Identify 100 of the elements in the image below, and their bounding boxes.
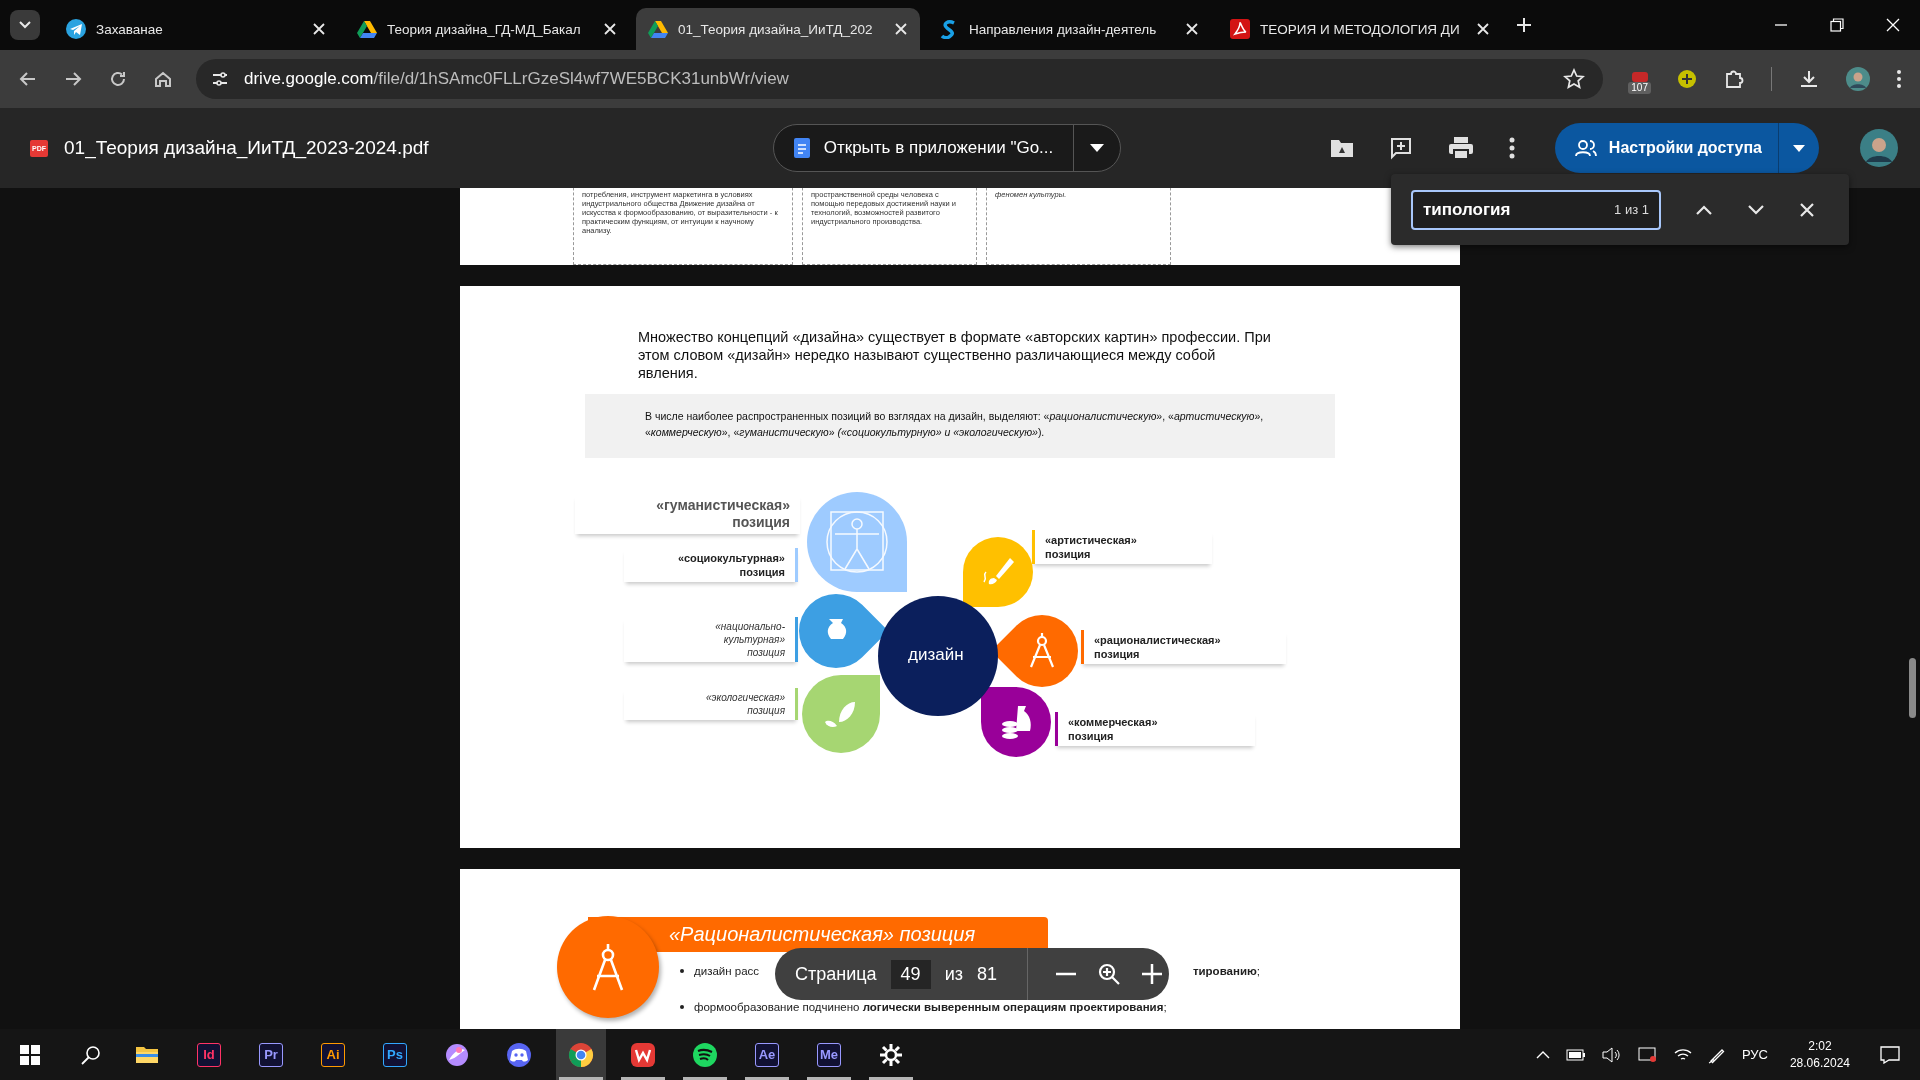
tab-list-icon[interactable] xyxy=(10,10,40,40)
tab-title: ТЕОРИЯ И МЕТОДОЛОГИЯ ДИ xyxy=(1260,21,1460,37)
chrome-ball-icon xyxy=(568,1041,594,1068)
app-badge-icon: Ai xyxy=(321,1042,345,1067)
app-badge-icon: Pr xyxy=(259,1042,283,1067)
address-field[interactable]: drive.google.com/file/d/1hSAmc0FLLrGzeSl4wf7WE5BCK31unbWr/view xyxy=(196,59,1604,99)
section-title: «Рационалистическая» позиция xyxy=(669,923,976,946)
browser-tab[interactable]: 01_Теория дизайна_ИиТД_202 xyxy=(636,8,920,50)
zoom-icon[interactable] xyxy=(1097,963,1120,985)
compass-icon xyxy=(1029,631,1055,669)
close-icon[interactable] xyxy=(1476,22,1490,36)
position-label: «национально-культурная» позиция xyxy=(715,620,785,659)
browser-tab[interactable]: Направления дизайн-деятель xyxy=(927,8,1211,50)
print-icon[interactable] xyxy=(1447,136,1474,160)
app-badge-icon: Ps xyxy=(383,1042,407,1067)
triangle-logo-icon xyxy=(648,19,668,39)
app-badge-icon: Ae xyxy=(755,1042,779,1067)
zoom-out-icon[interactable] xyxy=(1055,972,1076,976)
coins-icon xyxy=(1002,706,1031,739)
browser-tab[interactable]: Теория дизайна_ГД-МД_Бакал xyxy=(345,8,629,50)
home-icon[interactable] xyxy=(153,69,173,89)
download-icon[interactable] xyxy=(1798,68,1820,90)
sound-waves-icon xyxy=(692,1041,718,1068)
avatar-icon[interactable] xyxy=(1846,67,1870,91)
taskbar-app[interactable]: Pr xyxy=(246,1029,296,1080)
position-label: «гуманистическая» позиция xyxy=(656,497,790,531)
taskbar-app[interactable]: Id xyxy=(184,1029,234,1080)
restore-icon[interactable] xyxy=(1830,18,1844,32)
paper-plane-icon xyxy=(66,19,86,39)
browser-tab[interactable]: Захаванае xyxy=(54,8,338,50)
file-name: 01_Теория дизайна_ИиТД_2023-2024.pdf xyxy=(64,137,429,159)
star-icon[interactable] xyxy=(1563,68,1586,90)
tab-title: Захаванае xyxy=(96,21,163,37)
notification-icon[interactable] xyxy=(1880,1045,1900,1064)
bullet-text: дизайн расс xyxy=(694,965,760,977)
battery-icon[interactable] xyxy=(1565,1048,1586,1061)
bullet-icon xyxy=(680,1005,684,1009)
clock-time: 2:02 xyxy=(1808,1037,1832,1055)
taskbar-app[interactable]: Ai xyxy=(308,1029,358,1080)
find-field[interactable]: типология 1 из 1 xyxy=(1411,189,1661,230)
taskbar-app[interactable]: Ps xyxy=(370,1029,420,1080)
position-label: «рационалистическая» позиция xyxy=(1094,633,1221,661)
page-number-field[interactable]: 49 xyxy=(890,959,931,989)
paragraph: Множество концепций «дизайна» существует в формате «авторских картин» профессии. При этом словом «дизайн» нередко называют существенно различающиеся между собой явления. xyxy=(638,328,1272,382)
position-label: «экологическая» позиция xyxy=(705,691,785,717)
page-total: 81 xyxy=(976,963,997,985)
caret-icon[interactable] xyxy=(1793,144,1805,152)
avatar-icon[interactable] xyxy=(1860,129,1898,167)
w-logo-icon xyxy=(630,1041,656,1068)
chevron-down-icon[interactable] xyxy=(1747,203,1765,216)
position-label: «артистическая» позиция xyxy=(1045,533,1137,561)
close-icon[interactable] xyxy=(603,22,617,36)
taskbar-app[interactable] xyxy=(556,1029,606,1080)
scrollbar-thumb[interactable] xyxy=(1909,658,1916,718)
vase-icon xyxy=(827,619,847,639)
close-icon[interactable] xyxy=(312,22,326,36)
caret-icon[interactable] xyxy=(1090,144,1105,152)
chevron-up-icon[interactable] xyxy=(1695,203,1713,216)
bullet-icon xyxy=(680,969,684,973)
puzzle-icon[interactable] xyxy=(1723,68,1745,90)
triangle-logo-icon xyxy=(357,19,377,39)
zoom-in-icon[interactable] xyxy=(1141,964,1162,984)
close-icon[interactable] xyxy=(894,22,908,36)
match-count: 1 из 1 xyxy=(1614,202,1649,217)
page-label: Страница xyxy=(795,963,877,985)
close-icon[interactable] xyxy=(1185,22,1199,36)
site-info-icon[interactable] xyxy=(210,69,230,89)
settings-icon xyxy=(878,1041,904,1068)
count-badge: 107 xyxy=(1628,81,1651,94)
position-label: «социокультурная» позиция xyxy=(677,551,785,579)
game-controller-icon xyxy=(506,1041,532,1068)
new-tab-icon[interactable] xyxy=(1515,16,1533,34)
language-indicator[interactable]: РУС xyxy=(1741,1047,1768,1062)
close-icon[interactable] xyxy=(1799,201,1815,218)
plain-figure-icon xyxy=(826,511,888,573)
speaker-icon[interactable] xyxy=(1601,1046,1622,1063)
url-text: drive.google.com/file/d/1hSAmc0FLLrGzeSl4wf7WE5BCK31unbWr/view xyxy=(244,69,790,89)
tab-title: 01_Теория дизайна_ИиТД_202 xyxy=(678,21,873,37)
app-badge-icon: Me xyxy=(817,1042,841,1067)
bullet-text: формообразование подчинено логически выверенным операциям проектирования; xyxy=(694,1001,1167,1013)
add-comment-icon[interactable] xyxy=(1388,136,1413,160)
menu-icon[interactable] xyxy=(1896,69,1902,89)
reload-icon[interactable] xyxy=(108,69,128,89)
leaves-icon xyxy=(825,702,855,727)
more-icon[interactable] xyxy=(1508,137,1515,159)
browser-tab[interactable]: ТЕОРИЯ И МЕТОДОЛОГИЯ ДИ xyxy=(1218,8,1502,50)
tab-title: Теория дизайна_ГД-МД_Бакал xyxy=(387,21,581,37)
pdf-icon xyxy=(1230,19,1250,39)
search-icon[interactable] xyxy=(81,1044,101,1065)
center-label: дизайн xyxy=(908,645,964,665)
taskbar-app[interactable]: Me xyxy=(804,1029,854,1080)
clock-date: 28.06.2024 xyxy=(1789,1054,1850,1072)
app-badge-icon: Id xyxy=(197,1042,221,1067)
taskbar-app[interactable]: Ae xyxy=(742,1029,792,1080)
screen-icon[interactable] xyxy=(1637,1045,1658,1064)
windows-icon[interactable] xyxy=(20,1044,40,1065)
add-to-drive-icon[interactable] xyxy=(1329,138,1354,158)
bullet-text: тированию; xyxy=(1192,965,1260,977)
page-label: из xyxy=(944,963,963,985)
paintbrush-icon xyxy=(983,558,1014,585)
